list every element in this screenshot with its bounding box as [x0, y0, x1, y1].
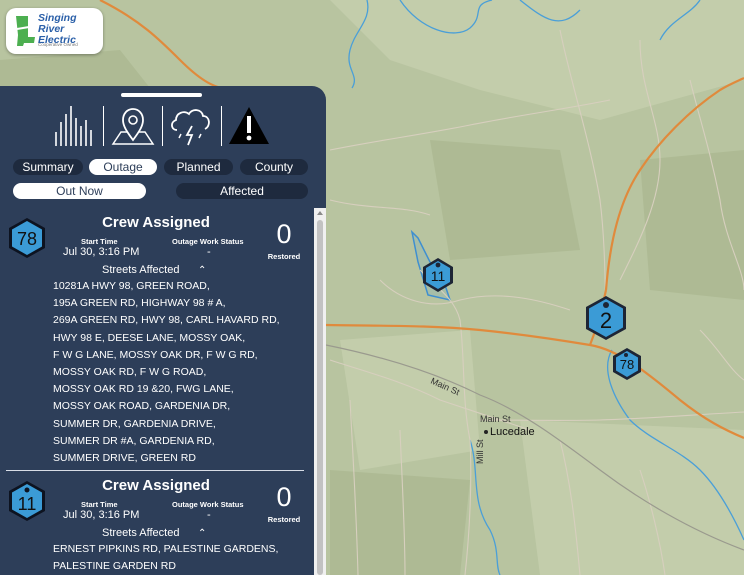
- street-line: ERNEST PIPKINS RD, PALESTINE GARDENS,: [53, 543, 279, 555]
- restored-label: Restored: [267, 515, 301, 524]
- start-time-value: Jul 30, 3:16 PM: [63, 246, 140, 258]
- start-time-label: Start Time: [81, 500, 118, 509]
- restored-label: Restored: [267, 252, 301, 261]
- street-line: 10281A HWY 98, GREEN ROAD,: [53, 280, 210, 292]
- outage-bars-icon[interactable]: [50, 104, 102, 148]
- storm-cloud-icon[interactable]: [165, 104, 217, 148]
- street-line: SUMMER DRIVE, GREEN RD: [53, 452, 196, 465]
- streets-list: 10281A HWY 98, GREEN ROAD, 195A GREEN RD…: [53, 278, 303, 467]
- restored-count: 0: [276, 482, 292, 512]
- work-status-value: -: [207, 246, 211, 258]
- map-label-main-st: Main St: [480, 414, 511, 424]
- town-dot: [484, 430, 488, 434]
- panel-icon-bar: [50, 104, 275, 148]
- tab-summary[interactable]: Summary: [13, 159, 83, 175]
- crew-status-title: Crew Assigned: [102, 477, 210, 494]
- badge-count: 78: [17, 229, 37, 249]
- street-line: HWY 98 E, DEESE LANE, MOSSY OAK,: [53, 331, 246, 344]
- tab-outage[interactable]: Outage: [89, 159, 157, 175]
- work-status-label: Outage Work Status: [172, 500, 244, 509]
- filter-affected[interactable]: Affected: [176, 183, 308, 199]
- street-line: MOSSY OAK RD, F W G ROAD,: [53, 366, 207, 379]
- streets-affected-toggle[interactable]: Streets Affected: [102, 527, 179, 539]
- street-line: 269A GREEN RD, HWY 98, CARL HAVARD RD,: [53, 314, 280, 327]
- map-label-town: Lucedale: [490, 426, 535, 438]
- streets-affected-toggle[interactable]: Streets Affected: [102, 264, 179, 276]
- tab-planned[interactable]: Planned: [164, 159, 233, 175]
- mississippi-state-icon: [16, 16, 35, 46]
- outage-count-badge: 78: [9, 218, 45, 258]
- street-line: SUMMER DR, GARDENIA DRIVE,: [53, 417, 216, 430]
- streets-list: ERNEST PIPKINS RD, PALESTINE GARDENS, PA…: [53, 541, 303, 575]
- map-label-mill-st: Mill St: [475, 439, 485, 464]
- marker-label-78: 78: [620, 357, 634, 372]
- tab-county[interactable]: County: [240, 159, 308, 175]
- street-line: SUMMER DR #A, GARDENIA RD,: [53, 434, 215, 447]
- outage-panel: Summary Outage Planned County Out Now Af…: [0, 86, 326, 575]
- marker-label-11: 11: [431, 268, 446, 284]
- scroll-thumb[interactable]: [317, 220, 323, 575]
- logo[interactable]: Singing River Electric Cooperative Owned: [6, 8, 103, 54]
- outage-count-badge: 11: [9, 481, 45, 521]
- scroll-up-arrow-icon[interactable]: [317, 211, 323, 215]
- outage-list: 78 Crew Assigned Start Time Jul 30, 3:16…: [0, 208, 314, 575]
- warning-icon[interactable]: [223, 104, 275, 148]
- street-line: PALESTINE GARDEN RD: [53, 560, 176, 573]
- street-line: MOSSY OAK ROAD, GARDENIA DR,: [53, 400, 231, 413]
- filter-tabs: Out Now Affected: [13, 183, 313, 199]
- outage-card[interactable]: 78 Crew Assigned Start Time Jul 30, 3:16…: [0, 208, 314, 470]
- panel-drag-handle[interactable]: [121, 93, 202, 97]
- logo-tagline: Cooperative Owned: [38, 42, 78, 47]
- restored-count: 0: [276, 219, 292, 249]
- start-time-label: Start Time: [81, 237, 118, 246]
- work-status-value: -: [207, 509, 211, 521]
- chevron-up-icon[interactable]: ⌃: [198, 528, 206, 539]
- start-time-value: Jul 30, 3:16 PM: [63, 509, 140, 521]
- map-pin-icon[interactable]: [107, 104, 159, 148]
- street-line: F W G LANE, MOSSY OAK DR, F W G RD,: [53, 348, 258, 361]
- street-line: 195A GREEN RD, HIGHWAY 98 # A,: [53, 297, 226, 310]
- marker-label-2: 2: [600, 308, 612, 333]
- work-status-label: Outage Work Status: [172, 237, 244, 246]
- list-scrollbar[interactable]: [314, 208, 326, 575]
- crew-status-title: Crew Assigned: [102, 214, 210, 231]
- filter-out-now[interactable]: Out Now: [13, 183, 146, 199]
- outage-card[interactable]: 11 Crew Assigned Start Time Jul 30, 3:16…: [0, 471, 314, 575]
- badge-count: 11: [18, 494, 37, 514]
- street-line: MOSSY OAK RD 19 &20, FWG LANE,: [53, 383, 234, 396]
- view-tabs: Summary Outage Planned County: [13, 159, 313, 175]
- chevron-up-icon[interactable]: ⌃: [198, 265, 206, 276]
